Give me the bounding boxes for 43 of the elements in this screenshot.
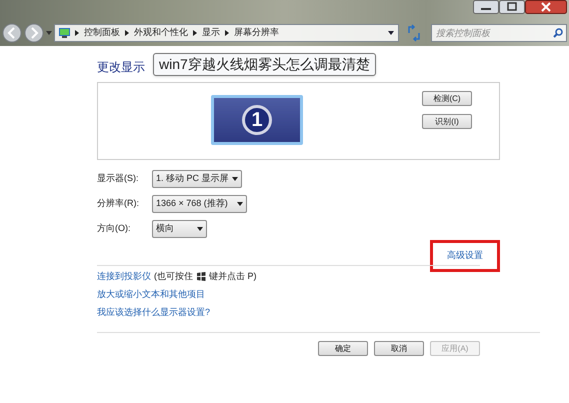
detect-button[interactable]: 检测(C) <box>422 91 472 106</box>
shortcut-hint: 键并点击 P) <box>209 270 257 283</box>
breadcrumb-item[interactable]: 显示 <box>202 26 220 40</box>
breadcrumb-arrow-icon <box>125 30 129 36</box>
back-button[interactable] <box>2 23 22 43</box>
windows-logo-icon <box>196 272 206 281</box>
maximize-button[interactable] <box>499 0 525 14</box>
breadcrumb-arrow-icon <box>225 30 229 36</box>
dropdown[interactable]: 1. 移动 PC 显示屏 <box>152 170 242 188</box>
search-icon <box>553 28 563 38</box>
dropdown-caret-icon[interactable] <box>388 31 394 35</box>
dropdown[interactable]: 横向 <box>152 220 207 238</box>
tooltip: win7穿越火线烟雾头怎么调最清楚 <box>153 53 376 76</box>
shortcut-hint: (也可按住 <box>154 270 193 283</box>
identify-button[interactable]: 识别(I) <box>422 114 472 129</box>
dropdown-caret-icon <box>237 202 243 206</box>
breadcrumb-arrow-icon <box>193 30 197 36</box>
dropdown[interactable]: 1366 × 768 (推荐) <box>152 195 247 213</box>
setting-label: 方向(O): <box>97 222 132 236</box>
history-caret-icon[interactable] <box>46 31 52 35</box>
advanced-settings-link[interactable]: 高级设置 <box>430 240 500 272</box>
breadcrumb-item[interactable]: 控制面板 <box>84 26 120 40</box>
setting-label: 分辨率(R): <box>97 197 140 210</box>
projector-link[interactable]: 连接到投影仪 <box>97 270 151 284</box>
cancel-button[interactable]: 取消 <box>374 341 424 356</box>
dropdown-caret-icon <box>197 227 203 231</box>
control-panel-icon <box>59 28 70 38</box>
minimize-button[interactable] <box>473 0 499 14</box>
breadcrumb-item[interactable]: 屏幕分辨率 <box>234 26 279 40</box>
ok-button[interactable]: 确定 <box>318 341 368 356</box>
forward-button[interactable] <box>24 23 44 43</box>
monitor-number: 1 <box>242 105 272 135</box>
dropdown-caret-icon <box>232 177 238 181</box>
close-button[interactable] <box>525 0 567 14</box>
monitor-thumbnail[interactable]: 1 <box>211 95 303 145</box>
breadcrumb-arrow-icon <box>75 30 79 36</box>
help-link[interactable]: 放大或缩小文本和其他项目 <box>97 288 205 302</box>
setting-label: 显示器(S): <box>97 172 140 186</box>
page-heading: 更改显示 <box>97 59 145 76</box>
help-link[interactable]: 我应该选择什么显示器设置? <box>97 306 210 320</box>
address-bar[interactable]: 控制面板 外观和个性化 显示 屏幕分辨率 <box>54 24 399 42</box>
breadcrumb-item[interactable]: 外观和个性化 <box>134 26 188 40</box>
search-field[interactable]: 搜索控制面板 <box>431 24 567 42</box>
